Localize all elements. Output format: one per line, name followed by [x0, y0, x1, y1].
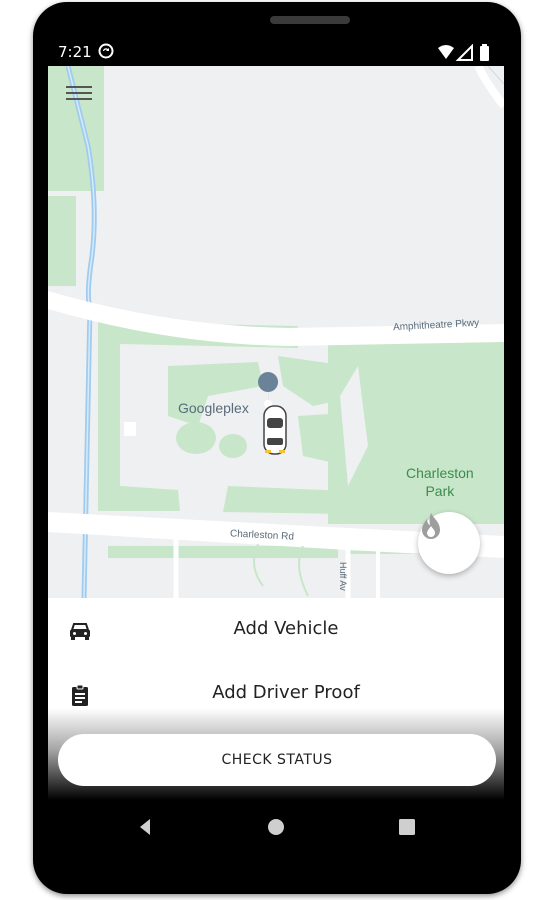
park-label-line2: Park: [425, 483, 455, 499]
status-time: 7:21: [58, 43, 92, 61]
map-label-huff: Huff Av: [338, 562, 348, 591]
car-icon: [70, 623, 90, 640]
car-marker-icon: [263, 405, 287, 455]
recents-nav-icon[interactable]: [394, 814, 420, 840]
signal-icon: [455, 44, 473, 61]
map-label-charleston-park: Charleston Park: [406, 464, 474, 500]
flame-fab-button[interactable]: [418, 512, 480, 574]
home-nav-icon[interactable]: [263, 814, 289, 840]
add-vehicle-label: Add Vehicle: [233, 618, 339, 639]
check-status-button[interactable]: CHECK STATUS: [58, 734, 496, 786]
speaker-grille: [270, 16, 350, 24]
add-vehicle-row[interactable]: Add Vehicle: [48, 600, 504, 660]
clipboard-icon: [72, 684, 88, 706]
park-label-line1: Charleston: [406, 465, 474, 481]
sync-icon: [98, 43, 114, 59]
map-view[interactable]: Googleplex Amphitheatre Pkwy Charleston …: [48, 66, 504, 598]
battery-icon: [480, 46, 489, 61]
map-label-googleplex: Googleplex: [178, 400, 249, 416]
app-screen: Googleplex Amphitheatre Pkwy Charleston …: [48, 66, 504, 800]
back-nav-icon[interactable]: [132, 814, 158, 840]
status-icons: [438, 44, 489, 61]
status-bar: 7:21: [48, 40, 504, 66]
action-panel: Add Vehicle Add Driver Proof CHECK STATU…: [48, 598, 504, 800]
wifi-icon: [438, 45, 454, 59]
flame-icon: [422, 513, 440, 539]
system-nav-bar: [48, 800, 504, 856]
hamburger-menu-icon[interactable]: [66, 82, 92, 104]
add-driver-proof-label: Add Driver Proof: [212, 682, 360, 703]
